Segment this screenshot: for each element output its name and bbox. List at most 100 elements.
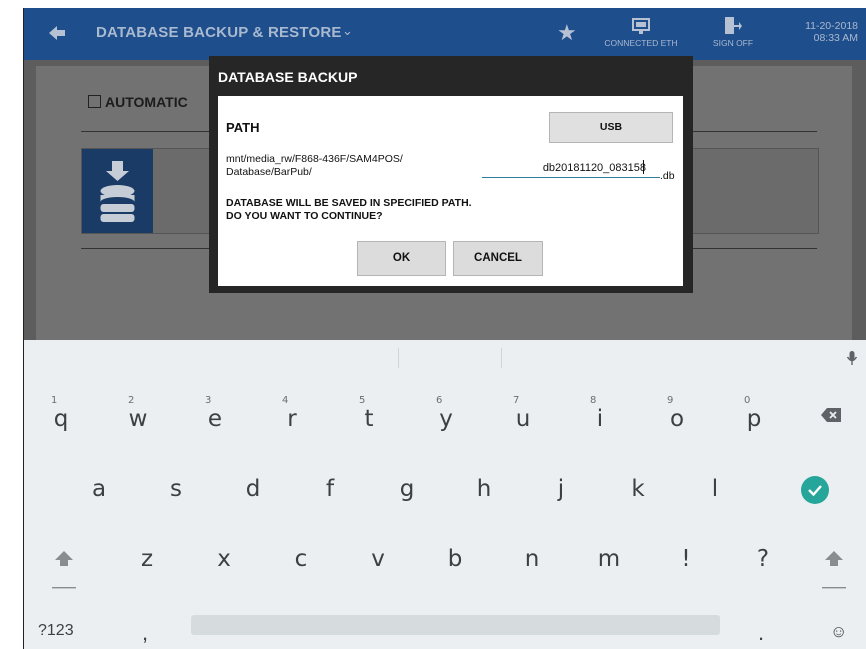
star-icon[interactable]: ★ [557,20,577,46]
key[interactable]: q1 [25,384,97,454]
backup-path: mnt/media_rw/F868-436F/SAM4POS/ Database… [226,153,403,179]
path-line: mnt/media_rw/F868-436F/SAM4POS/ [226,153,403,165]
key-label: f [325,476,335,502]
key-hint: 0 [744,395,751,406]
key-label: l [711,476,719,502]
microphone-icon[interactable] [846,350,858,366]
key-label: t [364,406,374,432]
key[interactable]: x [188,524,260,594]
key[interactable]: d [217,454,289,524]
database-backup-dialog: DATABASE BACKUP PATH USB mnt/media_rw/F8… [209,56,693,293]
page-title[interactable]: DATABASE BACKUP & RESTORE [96,24,342,41]
key[interactable]: b [419,524,491,594]
key-label: h [476,476,492,502]
connection-status: CONNECTED ETH [600,18,682,48]
key-label: g [399,476,415,502]
key-label: a [91,476,107,502]
emoji-key[interactable]: ☺ [830,622,847,642]
key[interactable]: v [342,524,414,594]
checkmark-icon [808,485,822,497]
path-label: PATH [226,120,260,135]
automatic-option: AUTOMATIC [88,94,188,110]
key[interactable]: u7 [487,384,559,454]
back-arrow-icon[interactable] [46,22,68,44]
filename-input[interactable] [482,159,660,178]
time-text: 08:33 AM [813,32,858,44]
key[interactable]: k [602,454,674,524]
usb-button[interactable]: USB [549,112,673,143]
chevron-down-icon[interactable]: ⌄ [342,23,353,39]
key-hint: 7 [513,395,520,406]
connection-label: CONNECTED ETH [604,38,678,48]
key[interactable]: e3 [179,384,251,454]
space-bar[interactable] [191,615,720,635]
key-label: z [140,546,154,572]
key-label: e [207,406,223,432]
key-hint: 5 [359,395,366,406]
key-hint: 8 [590,395,597,406]
database-download-icon [82,149,153,233]
key[interactable]: a [63,454,135,524]
confirm-message: DATABASE WILL BE SAVED IN SPECIFIED PATH… [226,197,472,223]
shift-icon[interactable] [822,550,846,590]
key[interactable]: t5 [333,384,405,454]
key-label: c [294,546,308,572]
key[interactable]: g [371,454,443,524]
cancel-button[interactable]: CANCEL [453,241,543,276]
key-label: o [669,406,685,432]
key[interactable]: i8 [564,384,636,454]
key-label: n [524,546,540,572]
key[interactable]: j [525,454,597,524]
key[interactable]: c [265,524,337,594]
key-hint: 2 [128,395,135,406]
key[interactable]: ? [727,524,799,594]
date-text: 11-20-2018 [805,20,858,32]
key-label: u [515,406,531,432]
automatic-checkbox [88,95,101,108]
key[interactable]: y6 [410,384,482,454]
key[interactable]: w2 [102,384,174,454]
message-line: DATABASE WILL BE SAVED IN SPECIFIED PATH… [226,197,472,209]
key[interactable]: ! [650,524,722,594]
key[interactable]: m [573,524,645,594]
key-label: v [371,546,385,572]
key[interactable]: r4 [256,384,328,454]
key[interactable]: n [496,524,568,594]
key-label: d [245,476,261,502]
key[interactable]: z [111,524,183,594]
enter-key[interactable] [801,476,829,504]
comma-key[interactable]: , [142,620,148,646]
top-bar: DATABASE BACKUP & RESTORE ⌄ ★ CONNECTED … [24,8,866,60]
backspace-icon[interactable] [820,407,842,423]
suggestion-strip [24,340,866,376]
key-label: k [631,476,645,502]
dialog-body: PATH USB mnt/media_rw/F868-436F/SAM4POS/… [218,96,683,286]
dialog-title: DATABASE BACKUP [218,69,358,85]
symbols-key[interactable]: ?123 [38,622,74,640]
key-label: b [447,546,463,572]
key[interactable]: l [679,454,751,524]
onscreen-keyboard: q1w2e3r4t5y6u7i8o9p0 asdfghjkl z x c v b n m!?… [24,340,866,649]
key-hint: 6 [436,395,443,406]
key-label: x [217,546,231,572]
signoff-button[interactable]: SIGN OFF [708,16,758,48]
key-hint: 3 [205,395,212,406]
ok-button[interactable]: OK [357,241,446,276]
period-key[interactable]: . [758,620,764,646]
key-hint: 4 [282,395,289,406]
key-label: ! [681,546,691,572]
key-label: p [746,406,762,432]
text-cursor [643,160,644,174]
key[interactable]: h [448,454,520,524]
exit-door-icon [725,17,742,34]
key[interactable]: p0 [718,384,790,454]
key[interactable]: f [294,454,366,524]
date-time: 11-20-2018 08:33 AM [788,20,858,44]
suggestion-divider [501,348,502,368]
shift-icon[interactable] [52,550,76,590]
key[interactable]: s [140,454,212,524]
key[interactable]: o9 [641,384,713,454]
key-label: w [128,406,148,432]
key-label: j [557,476,565,502]
app-window: DATABASE BACKUP & RESTORE ⌄ ★ CONNECTED … [23,8,866,649]
